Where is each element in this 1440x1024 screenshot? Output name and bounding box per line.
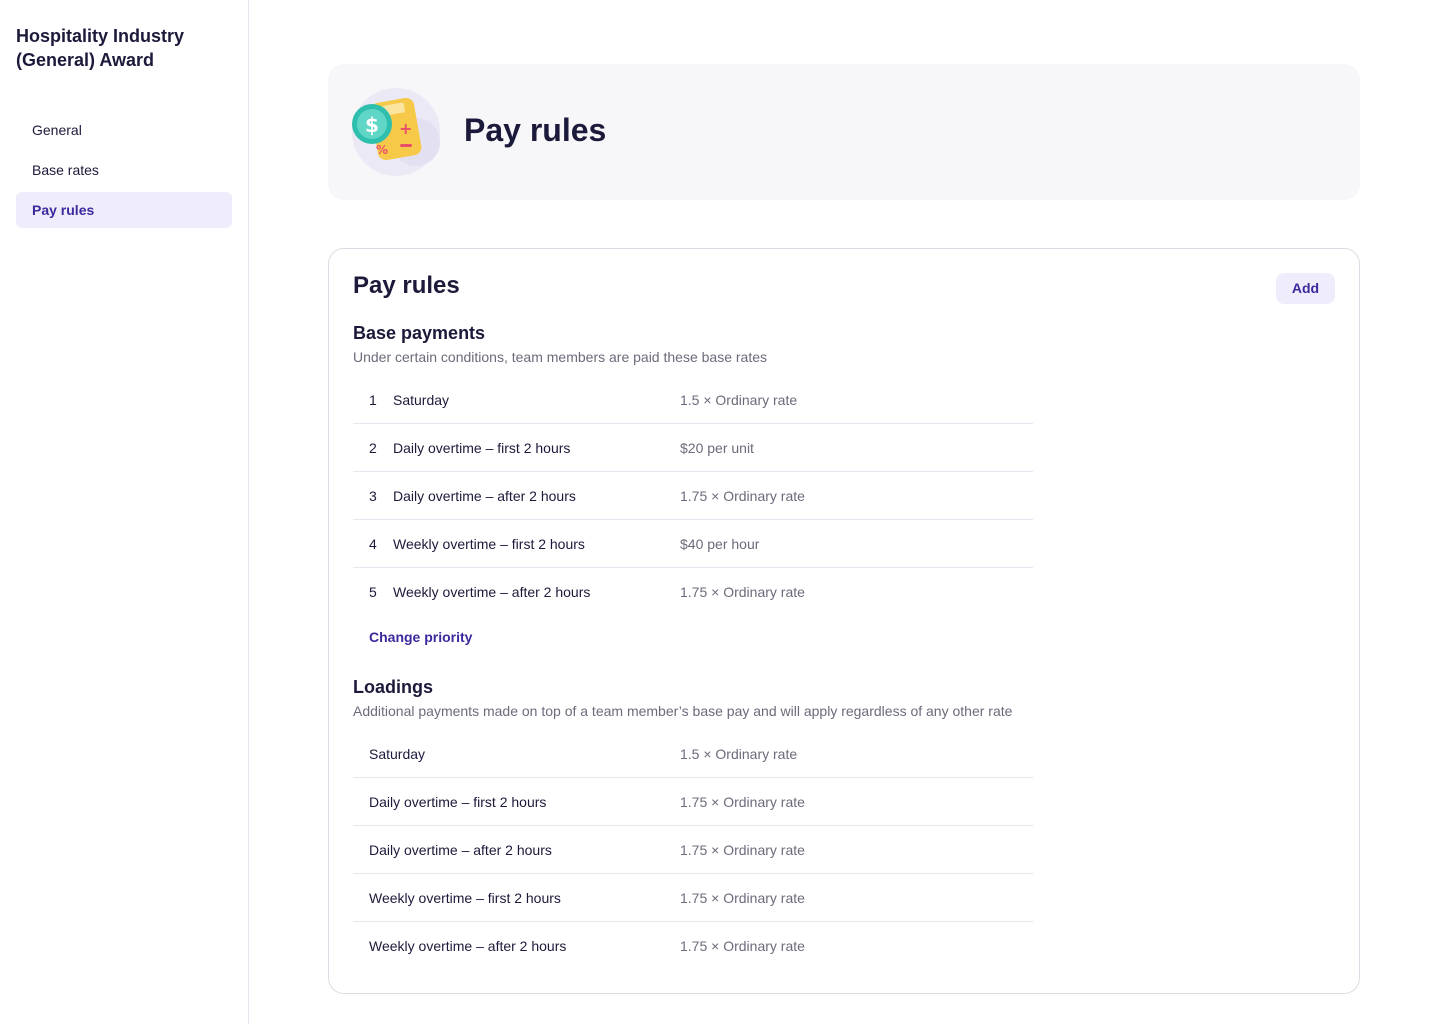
table-row[interactable]: 5 Weekly overtime – after 2 hours 1.75 ×…	[353, 568, 1033, 616]
row-name: Daily overtime – after 2 hours	[393, 488, 576, 504]
award-title: Hospitality Industry (General) Award	[16, 26, 185, 70]
row-rate: 1.75 × Ordinary rate	[680, 890, 805, 906]
change-priority-link[interactable]: Change priority	[369, 627, 472, 647]
table-row[interactable]: Weekly overtime – after 2 hours 1.75 × O…	[353, 922, 1033, 970]
row-priority: 2	[369, 440, 377, 456]
loadings-title: Loadings	[353, 677, 433, 697]
table-row[interactable]: Saturday 1.5 × Ordinary rate	[353, 730, 1033, 778]
row-name: Weekly overtime – first 2 hours	[393, 536, 585, 552]
row-rate: $20 per unit	[680, 440, 754, 456]
row-rate: 1.75 × Ordinary rate	[680, 488, 805, 504]
row-rate: 1.75 × Ordinary rate	[680, 584, 805, 600]
sidebar: Hospitality Industry (General) Award Gen…	[0, 0, 249, 1024]
row-priority: 5	[369, 584, 377, 600]
table-row[interactable]: Weekly overtime – first 2 hours 1.75 × O…	[353, 874, 1033, 922]
loadings-description: Additional payments made on top of a tea…	[353, 703, 1013, 719]
sidebar-item-base-rates[interactable]: Base rates	[16, 152, 232, 188]
row-name: Weekly overtime – after 2 hours	[393, 584, 591, 600]
base-payments-title: Base payments	[353, 323, 486, 343]
add-button[interactable]: Add	[1276, 273, 1335, 304]
table-row[interactable]: Daily overtime – first 2 hours 1.75 × Or…	[353, 778, 1033, 826]
base-payments-description: Under certain conditions, team members a…	[353, 349, 767, 365]
row-rate: 1.5 × Ordinary rate	[680, 392, 798, 408]
svg-text:$: $	[365, 113, 379, 137]
pay-rules-card: Pay rules Add Base payments Under certai…	[328, 248, 1360, 994]
table-row[interactable]: 1 Saturday 1.5 × Ordinary rate	[353, 376, 1033, 424]
row-priority: 4	[369, 536, 377, 552]
row-rate: 1.75 × Ordinary rate	[680, 842, 805, 858]
row-name: Daily overtime – first 2 hours	[393, 440, 571, 456]
row-name: Saturday	[393, 392, 450, 408]
row-name: Saturday	[369, 746, 426, 762]
row-name: Daily overtime – after 2 hours	[369, 842, 552, 858]
row-rate: $40 per hour	[680, 536, 760, 552]
sidebar-item-pay-rules[interactable]: Pay rules	[16, 192, 232, 228]
sidebar-nav: General Base rates Pay rules	[16, 112, 232, 232]
table-row[interactable]: Daily overtime – after 2 hours 1.75 × Or…	[353, 826, 1033, 874]
card-title: Pay rules	[353, 272, 460, 299]
sidebar-item-general[interactable]: General	[16, 112, 232, 148]
row-priority: 1	[369, 392, 377, 408]
page-header: + % $ Pay rules	[328, 64, 1360, 200]
loadings-list: Saturday 1.5 × Ordinary rate Daily overt…	[353, 730, 1033, 970]
row-name: Daily overtime – first 2 hours	[369, 794, 547, 810]
svg-text:%: %	[376, 143, 388, 157]
row-rate: 1.75 × Ordinary rate	[680, 794, 805, 810]
row-rate: 1.5 × Ordinary rate	[680, 746, 798, 762]
row-priority: 3	[369, 488, 377, 504]
row-name: Weekly overtime – first 2 hours	[369, 890, 561, 906]
table-row[interactable]: 3 Daily overtime – after 2 hours 1.75 × …	[353, 472, 1033, 520]
table-row[interactable]: 2 Daily overtime – first 2 hours $20 per…	[353, 424, 1033, 472]
table-row[interactable]: 4 Weekly overtime – first 2 hours $40 pe…	[353, 520, 1033, 568]
row-rate: 1.75 × Ordinary rate	[680, 938, 805, 954]
page-title: Pay rules	[464, 112, 607, 148]
calculator-coin-icon: + % $	[350, 86, 442, 178]
svg-text:+: +	[399, 119, 412, 138]
base-payments-list: 1 Saturday 1.5 × Ordinary rate 2 Daily o…	[353, 376, 1033, 616]
row-name: Weekly overtime – after 2 hours	[369, 938, 567, 954]
